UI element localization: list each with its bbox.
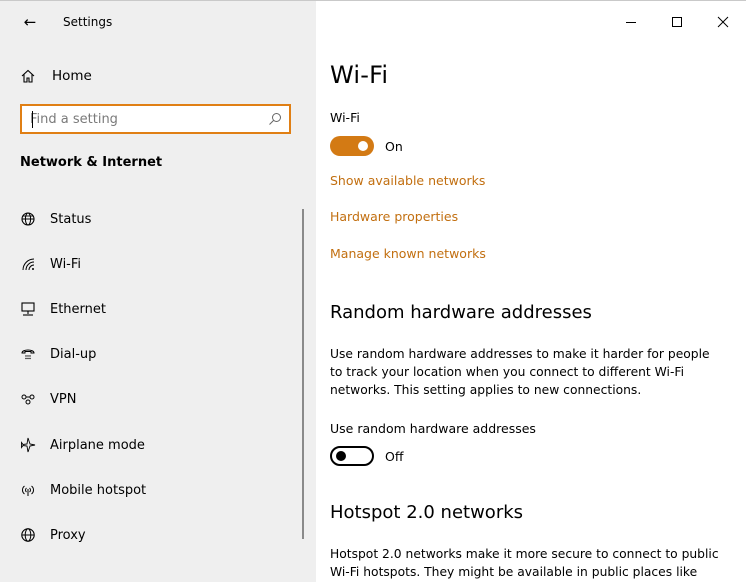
- sidebar-item-vpn[interactable]: VPN: [20, 388, 290, 410]
- home-nav-item[interactable]: Home: [20, 65, 92, 87]
- sidebar-item-wifi[interactable]: Wi-Fi: [20, 253, 290, 275]
- window-controls: [608, 8, 746, 36]
- random-hw-heading: Random hardware addresses: [330, 302, 592, 323]
- sidebar-item-ethernet[interactable]: Ethernet: [20, 298, 290, 320]
- globe-icon: [21, 528, 35, 542]
- wifi-toggle-state: On: [385, 138, 403, 154]
- wifi-toggle-row: On: [330, 136, 403, 156]
- back-button[interactable]: ←: [20, 12, 40, 32]
- random-hw-toggle[interactable]: [330, 446, 374, 466]
- wifi-toggle[interactable]: [330, 136, 374, 156]
- dialup-icon: [21, 349, 35, 360]
- maximize-button[interactable]: [654, 8, 700, 36]
- sidebar-item-label: Airplane mode: [50, 437, 145, 453]
- sidebar-item-label: Status: [50, 211, 92, 227]
- section-title: Network & Internet: [20, 155, 163, 170]
- random-hw-description: Use random hardware addresses to make it…: [330, 347, 710, 397]
- search-placeholder: Find a setting: [30, 112, 118, 127]
- manage-known-networks-link[interactable]: Manage known networks: [330, 246, 486, 261]
- random-hw-toggle-label: Use random hardware addresses: [330, 421, 536, 436]
- ethernet-icon: [21, 302, 35, 316]
- sidebar-item-status[interactable]: Status: [20, 208, 290, 230]
- random-hw-toggle-state: Off: [385, 448, 404, 464]
- sidebar-item-airplane-mode[interactable]: Airplane mode: [20, 434, 290, 456]
- vpn-icon: [21, 394, 35, 405]
- app-title: Settings: [63, 15, 113, 29]
- sidebar-item-label: Dial-up: [50, 346, 97, 362]
- sidebar-item-mobile-hotspot[interactable]: Mobile hotspot: [20, 479, 290, 501]
- hotspot-description: Hotspot 2.0 networks make it more secure…: [330, 547, 719, 579]
- text-caret: [32, 111, 33, 128]
- random-hw-toggle-row: Off: [330, 446, 403, 466]
- close-button[interactable]: [700, 8, 746, 36]
- show-available-networks-link[interactable]: Show available networks: [330, 173, 485, 188]
- search-input[interactable]: Find a setting: [20, 104, 291, 134]
- page-title: Wi-Fi: [330, 61, 389, 89]
- home-label: Home: [52, 68, 92, 84]
- globe-status-icon: [21, 212, 35, 226]
- search-icon[interactable]: [268, 112, 282, 126]
- toggle-knob: [358, 141, 368, 151]
- sidebar-item-label: Proxy: [50, 527, 86, 543]
- airplane-icon: [21, 437, 36, 453]
- hotspot-icon: [22, 485, 34, 496]
- hardware-properties-link[interactable]: Hardware properties: [330, 209, 458, 224]
- sidebar-item-label: Wi-Fi: [50, 256, 82, 272]
- sidebar-item-label: VPN: [50, 391, 77, 407]
- sidebar-item-proxy[interactable]: Proxy: [20, 524, 290, 546]
- sidebar-item-dialup[interactable]: Dial-up: [20, 343, 290, 365]
- minimize-icon: [626, 22, 636, 23]
- home-icon: [21, 69, 35, 83]
- sidebar-item-label: Mobile hotspot: [50, 482, 147, 498]
- toggle-knob: [336, 451, 346, 461]
- sidebar-scrollbar[interactable]: [302, 209, 304, 539]
- sidebar: ← Settings Home Find a setting Network &…: [0, 1, 316, 582]
- wifi-icon: [22, 258, 35, 271]
- minimize-button[interactable]: [608, 8, 654, 36]
- sidebar-item-label: Ethernet: [50, 301, 106, 317]
- wifi-toggle-label: Wi-Fi: [330, 110, 360, 125]
- close-icon: [717, 16, 729, 28]
- maximize-icon: [672, 17, 682, 27]
- hotspot-heading: Hotspot 2.0 networks: [330, 502, 524, 523]
